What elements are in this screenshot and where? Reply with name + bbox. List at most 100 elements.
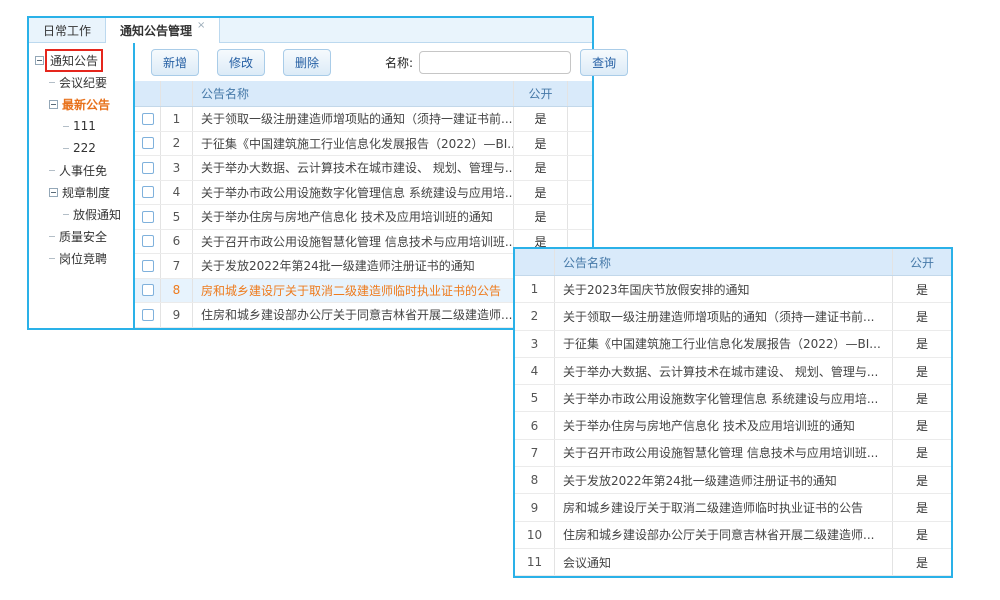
table-row[interactable]: 5关于举办住房与房地产信息化 技术及应用培训班的通知是 (135, 205, 592, 230)
notice-table-header: 公告名称 公开 (135, 81, 592, 107)
popup-table-row[interactable]: 11会议通知是 (515, 549, 951, 576)
row-index: 8 (161, 279, 193, 303)
tree-node-岗位竞聘[interactable]: 岗位竞聘 (35, 247, 133, 269)
public-flag: 是 (893, 276, 951, 302)
notice-title[interactable]: 关于2023年国庆节放假安排的通知 (555, 276, 893, 302)
popup-table-row[interactable]: 5关于举办市政公用设施数字化管理信息 系统建设与应用培...是 (515, 385, 951, 412)
row-checkbox[interactable] (142, 113, 154, 125)
tree-node-label: 最新公告 (62, 96, 110, 113)
edit-button[interactable]: 修改 (217, 49, 265, 76)
public-flag: 是 (893, 440, 951, 466)
row-checkbox[interactable] (142, 235, 154, 247)
tab-notice-management[interactable]: 通知公告管理 × (105, 18, 220, 43)
row-checkbox-cell (135, 303, 161, 327)
notice-title[interactable]: 会议通知 (555, 549, 893, 575)
tree-node-label: 放假通知 (73, 206, 121, 223)
table-row[interactable]: 3关于举办大数据、云计算技术在城市建设、 规划、管理与...是 (135, 156, 592, 181)
row-checkbox[interactable] (142, 309, 154, 321)
notice-title[interactable]: 关于举办市政公用设施数字化管理信息 系统建设与应用培... (555, 385, 893, 411)
row-index: 7 (515, 440, 555, 466)
row-index: 5 (161, 205, 193, 229)
popup-table-row[interactable]: 4关于举办大数据、云计算技术在城市建设、 规划、管理与...是 (515, 358, 951, 385)
row-index: 8 (515, 467, 555, 493)
popup-table-row[interactable]: 1关于2023年国庆节放假安排的通知是 (515, 276, 951, 303)
public-flag: 是 (514, 181, 568, 205)
name-filter-label: 名称: (385, 54, 413, 71)
tab-daily-work[interactable]: 日常工作 (29, 18, 105, 42)
notice-title[interactable]: 于征集《中国建筑施工行业信息化发展报告（2022）—BI... (555, 331, 893, 357)
collapse-icon[interactable] (49, 100, 58, 109)
row-checkbox[interactable] (142, 162, 154, 174)
popup-table-row[interactable]: 8关于发放2022年第24批一级建造师注册证书的通知是 (515, 467, 951, 494)
tree-connector (49, 170, 55, 171)
collapse-icon[interactable] (49, 188, 58, 197)
notice-title[interactable]: 房和城乡建设厅关于取消二级建造师临时执业证书的公告 (555, 494, 893, 520)
row-checkbox[interactable] (142, 284, 154, 296)
notice-title[interactable]: 关于举办住房与房地产信息化 技术及应用培训班的通知 (193, 205, 514, 229)
popup-table-row[interactable]: 7关于召开市政公用设施智慧化管理 信息技术与应用培训班...是 (515, 440, 951, 467)
tree-node-label: 会议纪要 (59, 74, 107, 91)
tree-node-规章制度[interactable]: 规章制度 (35, 181, 133, 203)
row-checkbox[interactable] (142, 186, 154, 198)
notice-title[interactable]: 于征集《中国建筑施工行业信息化发展报告（2022）—BI... (193, 132, 514, 156)
row-checkbox[interactable] (142, 260, 154, 272)
notice-title[interactable]: 房和城乡建设厅关于取消二级建造师临时执业证书的公告 (193, 279, 514, 303)
row-checkbox-cell (135, 132, 161, 156)
notice-title[interactable]: 关于举办市政公用设施数字化管理信息 系统建设与应用培... (193, 181, 514, 205)
table-row[interactable]: 1关于领取一级注册建造师增项贴的通知（须持一建证书前...是 (135, 107, 592, 132)
public-flag: 是 (893, 522, 951, 548)
popup-table-row[interactable]: 10住房和城乡建设部办公厅关于同意吉林省开展二级建造师...是 (515, 522, 951, 549)
row-extra-cell (568, 205, 592, 229)
popup-table-row[interactable]: 2关于领取一级注册建造师增项贴的通知（须持一建证书前...是 (515, 303, 951, 330)
public-flag: 是 (893, 494, 951, 520)
query-button[interactable]: 查询 (580, 49, 628, 76)
tree-node-通知公告[interactable]: 通知公告 (35, 49, 133, 71)
notice-list-popup-panel: 公告名称 公开 1关于2023年国庆节放假安排的通知是2关于领取一级注册建造师增… (513, 247, 953, 578)
row-index: 4 (515, 358, 555, 384)
tree-node-会议纪要[interactable]: 会议纪要 (35, 71, 133, 93)
add-button[interactable]: 新增 (151, 49, 199, 76)
notice-title[interactable]: 关于发放2022年第24批一级建造师注册证书的通知 (193, 254, 514, 278)
table-row[interactable]: 2于征集《中国建筑施工行业信息化发展报告（2022）—BI...是 (135, 132, 592, 157)
tree-node-放假通知[interactable]: 放假通知 (35, 203, 133, 225)
row-checkbox[interactable] (142, 211, 154, 223)
public-flag: 是 (893, 358, 951, 384)
collapse-icon[interactable] (35, 56, 44, 65)
tree-connector (63, 148, 69, 149)
tab-notice-management-label: 通知公告管理 (120, 22, 192, 39)
tree-node-质量安全[interactable]: 质量安全 (35, 225, 133, 247)
public-flag: 是 (893, 412, 951, 438)
tree-node-222[interactable]: 222 (35, 137, 133, 159)
delete-button[interactable]: 删除 (283, 49, 331, 76)
tree-node-111[interactable]: 111 (35, 115, 133, 137)
notice-title[interactable]: 关于发放2022年第24批一级建造师注册证书的通知 (555, 467, 893, 493)
table-row[interactable]: 4关于举办市政公用设施数字化管理信息 系统建设与应用培...是 (135, 181, 592, 206)
row-checkbox[interactable] (142, 137, 154, 149)
notice-title[interactable]: 关于召开市政公用设施智慧化管理 信息技术与应用培训班... (193, 230, 514, 254)
close-tab-icon[interactable]: × (197, 20, 205, 31)
notice-title[interactable]: 住房和城乡建设部办公厅关于同意吉林省开展二级建造师... (555, 522, 893, 548)
popup-table-row[interactable]: 9房和城乡建设厅关于取消二级建造师临时执业证书的公告是 (515, 494, 951, 521)
notice-title[interactable]: 关于召开市政公用设施智慧化管理 信息技术与应用培训班... (555, 440, 893, 466)
public-flag: 是 (514, 205, 568, 229)
name-filter-input[interactable] (419, 51, 571, 74)
row-index: 1 (515, 276, 555, 302)
popup-notice-table: 公告名称 公开 1关于2023年国庆节放假安排的通知是2关于领取一级注册建造师增… (515, 249, 951, 576)
notice-title[interactable]: 关于举办住房与房地产信息化 技术及应用培训班的通知 (555, 412, 893, 438)
row-index: 4 (161, 181, 193, 205)
tree-node-人事任免[interactable]: 人事任免 (35, 159, 133, 181)
notice-title[interactable]: 关于领取一级注册建造师增项贴的通知（须持一建证书前... (555, 303, 893, 329)
row-index: 3 (515, 331, 555, 357)
tree-node-最新公告[interactable]: 最新公告 (35, 93, 133, 115)
row-extra-cell (568, 181, 592, 205)
notice-title[interactable]: 住房和城乡建设部办公厅关于同意吉林省开展二级建造师... (193, 303, 514, 327)
tree-node-label: 规章制度 (62, 184, 110, 201)
tree-node-label: 人事任免 (59, 162, 107, 179)
notice-title[interactable]: 关于举办大数据、云计算技术在城市建设、 规划、管理与... (193, 156, 514, 180)
notice-title[interactable]: 关于举办大数据、云计算技术在城市建设、 规划、管理与... (555, 358, 893, 384)
popup-table-row[interactable]: 3于征集《中国建筑施工行业信息化发展报告（2022）—BI...是 (515, 331, 951, 358)
row-checkbox-cell (135, 107, 161, 131)
notice-title[interactable]: 关于领取一级注册建造师增项贴的通知（须持一建证书前... (193, 107, 514, 131)
popup-table-row[interactable]: 6关于举办住房与房地产信息化 技术及应用培训班的通知是 (515, 412, 951, 439)
tree-connector (63, 126, 69, 127)
